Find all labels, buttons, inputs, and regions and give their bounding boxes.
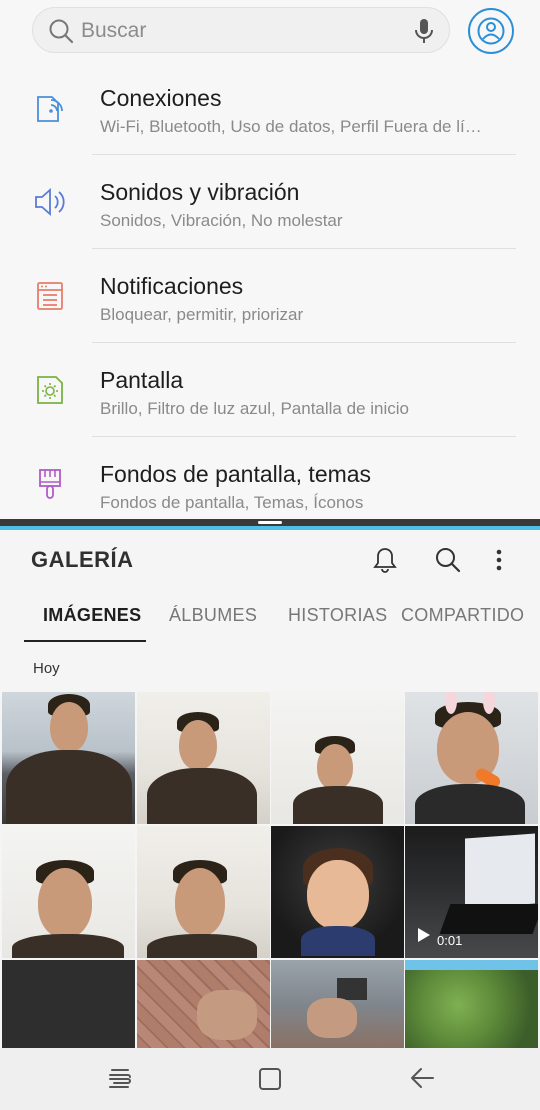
image-thumbnail[interactable] — [271, 826, 404, 958]
tab-stories[interactable]: HISTORIAS — [288, 605, 387, 626]
settings-item-connections[interactable]: Conexiones Wi-Fi, Bluetooth, Uso de dato… — [0, 61, 540, 155]
image-thumbnail[interactable] — [137, 826, 270, 958]
image-thumbnail[interactable] — [271, 692, 404, 824]
image-thumbnail[interactable] — [2, 826, 135, 958]
image-thumbnail[interactable] — [2, 692, 135, 824]
settings-item-title: Fondos de pantalla, temas — [100, 461, 372, 487]
recent-apps-icon[interactable] — [106, 1065, 134, 1098]
image-thumbnail[interactable] — [405, 960, 538, 1048]
image-thumbnail[interactable] — [137, 960, 270, 1048]
active-tab-indicator — [24, 640, 146, 642]
settings-item-subtitle: Sonidos, Vibración, No molestar — [100, 211, 343, 230]
back-icon[interactable] — [408, 1064, 436, 1097]
settings-item-subtitle: Bloquear, permitir, priorizar — [100, 305, 304, 324]
tab-images[interactable]: IMÁGENES — [43, 605, 141, 626]
settings-item-title: Sonidos y vibración — [100, 179, 300, 205]
system-navigation-bar — [0, 1048, 540, 1110]
image-thumbnail[interactable] — [2, 960, 135, 1048]
settings-item-title: Notificaciones — [100, 273, 244, 299]
video-thumbnail[interactable]: 0:01 — [405, 826, 538, 958]
image-thumbnail[interactable] — [405, 692, 538, 824]
search-bar[interactable]: Buscar — [32, 7, 450, 53]
app-title: GALERÍA — [31, 547, 134, 572]
search-placeholder: Buscar — [81, 19, 147, 42]
settings-item-sounds[interactable]: Sonidos y vibración Sonidos, Vibración, … — [0, 155, 540, 249]
account-button[interactable] — [466, 8, 516, 54]
bell-icon[interactable] — [372, 546, 398, 579]
video-duration: 0:01 — [437, 933, 463, 948]
settings-item-subtitle: Fondos de pantalla, Temas, Íconos — [100, 493, 364, 512]
image-thumbnail[interactable] — [137, 692, 270, 824]
settings-item-notifications[interactable]: Notificaciones Bloquear, permitir, prior… — [0, 249, 540, 343]
home-icon[interactable] — [257, 1065, 283, 1098]
settings-item-title: Conexiones — [100, 85, 222, 111]
settings-pane: Buscar Conexiones Wi-Fi, Bluetooth, Uso … — [0, 0, 540, 519]
split-screen-divider[interactable] — [0, 519, 540, 526]
search-icon — [48, 18, 74, 49]
tab-shared[interactable]: COMPARTIDO — [401, 605, 524, 626]
split-handle[interactable] — [258, 521, 282, 524]
settings-item-display[interactable]: Pantalla Brillo, Filtro de luz azul, Pan… — [0, 343, 540, 437]
image-thumbnail[interactable] — [271, 960, 404, 1048]
display-icon — [33, 373, 67, 407]
connections-icon — [33, 91, 67, 125]
search-icon[interactable] — [434, 546, 462, 579]
date-group-label: Hoy — [33, 660, 60, 677]
gallery-pane: GALERÍA IMÁGENES ÁLBUMES HISTORIAS COMPA… — [0, 530, 540, 1048]
brush-icon — [33, 467, 67, 501]
settings-item-subtitle: Brillo, Filtro de luz azul, Pantalla de … — [100, 399, 409, 418]
more-options-icon[interactable] — [488, 546, 510, 579]
tab-albums[interactable]: ÁLBUMES — [169, 605, 257, 626]
notifications-icon — [33, 279, 67, 313]
settings-item-wallpapers[interactable]: Fondos de pantalla, temas Fondos de pant… — [0, 437, 540, 519]
play-icon — [417, 927, 431, 948]
settings-item-subtitle: Wi-Fi, Bluetooth, Uso de datos, Perfil F… — [100, 117, 482, 136]
settings-item-title: Pantalla — [100, 367, 184, 393]
microphone-icon[interactable] — [413, 17, 435, 50]
speaker-icon — [33, 185, 67, 219]
